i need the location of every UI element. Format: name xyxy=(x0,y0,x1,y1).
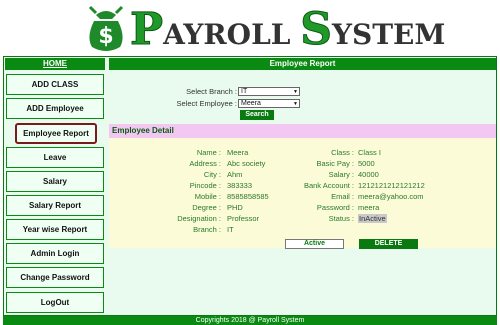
status-badge: InActive xyxy=(358,214,387,223)
nav-salary-button[interactable]: Salary xyxy=(6,171,104,192)
bank-account-label: Bank Account : xyxy=(303,181,354,190)
city-label: City : xyxy=(203,170,221,179)
svg-text:$: $ xyxy=(98,24,113,49)
degree-label: Degree : xyxy=(192,203,221,212)
basic-pay-label: Basic Pay : xyxy=(316,159,354,168)
page-title: Employee Report xyxy=(109,58,496,70)
name-label: Name : xyxy=(196,148,221,157)
select-branch-label: Select Branch : xyxy=(186,87,237,96)
app-title: PAYROLL SYSTEM xyxy=(129,4,446,56)
branch-label: Branch : xyxy=(193,225,221,234)
nav-salary-report-button[interactable]: Salary Report xyxy=(6,195,104,216)
city-value: Ahm xyxy=(227,170,243,179)
branch-select[interactable]: IT ▼ xyxy=(238,87,300,96)
mobile-value: 8585858585 xyxy=(227,192,269,201)
address-value: Abc society xyxy=(227,159,266,168)
bank-account-value: 1212121212121212 xyxy=(358,181,425,190)
search-button[interactable]: Search xyxy=(240,110,274,120)
class-value: Class I xyxy=(358,148,381,157)
nav-add-class-button[interactable]: ADD CLASS xyxy=(6,74,104,95)
chevron-down-icon: ▼ xyxy=(293,89,298,95)
content-frame: HOME ADD CLASS ADD Employee Employee Rep… xyxy=(3,56,497,316)
employee-select[interactable]: Meera ▼ xyxy=(238,99,300,108)
money-bag-icon: $ xyxy=(88,5,124,51)
nav-year-wise-report-button[interactable]: Year wise Report xyxy=(6,219,104,240)
email-value: meera@yahoo.com xyxy=(358,192,424,201)
status-label: Status : xyxy=(328,214,354,223)
pincode-value: 383333 xyxy=(227,181,253,190)
employee-detail-heading: Employee Detail xyxy=(109,124,496,138)
nav-logout-button[interactable]: LogOut xyxy=(6,292,104,313)
nav-employee-report-button[interactable]: Employee Report xyxy=(15,123,97,144)
main-panel: Employee Report Select Branch : IT ▼ Sel… xyxy=(109,58,496,316)
password-value: meera xyxy=(358,203,380,212)
nav-leave-button[interactable]: Leave xyxy=(6,147,104,168)
delete-button[interactable]: DELETE xyxy=(359,239,418,249)
app-header: $ PAYROLL SYSTEM xyxy=(0,0,500,56)
nav-add-employee-button[interactable]: ADD Employee xyxy=(6,98,104,119)
branch-select-value: IT xyxy=(241,88,248,95)
password-label: Password : xyxy=(316,203,354,212)
pincode-label: Pincode : xyxy=(189,181,221,190)
nav-change-password-button[interactable]: Change Password xyxy=(6,267,104,288)
salary-label: Salary : xyxy=(328,170,354,179)
footer: Copyrights 2018 @ Payroll System xyxy=(3,316,497,325)
employee-select-value: Meera xyxy=(241,100,261,107)
designation-label: Designation : xyxy=(177,214,221,223)
mobile-label: Mobile : xyxy=(194,192,221,201)
home-link[interactable]: HOME xyxy=(5,58,105,70)
email-label: Email : xyxy=(331,192,354,201)
designation-value: Professor xyxy=(227,214,260,223)
degree-value: PHD xyxy=(227,203,243,212)
active-button[interactable]: Active xyxy=(285,239,344,249)
nav-admin-login-button[interactable]: Admin Login xyxy=(6,243,104,264)
sidebar: HOME ADD CLASS ADD Employee Employee Rep… xyxy=(5,58,105,316)
address-label: Address : xyxy=(189,159,221,168)
branch-value: IT xyxy=(227,225,234,234)
select-employee-label: Select Employee : xyxy=(176,99,237,108)
salary-value: 40000 xyxy=(358,170,379,179)
chevron-down-icon: ▼ xyxy=(293,101,298,107)
basic-pay-value: 5000 xyxy=(358,159,375,168)
class-label: Class : xyxy=(331,148,354,157)
name-value: Meera xyxy=(227,148,249,157)
